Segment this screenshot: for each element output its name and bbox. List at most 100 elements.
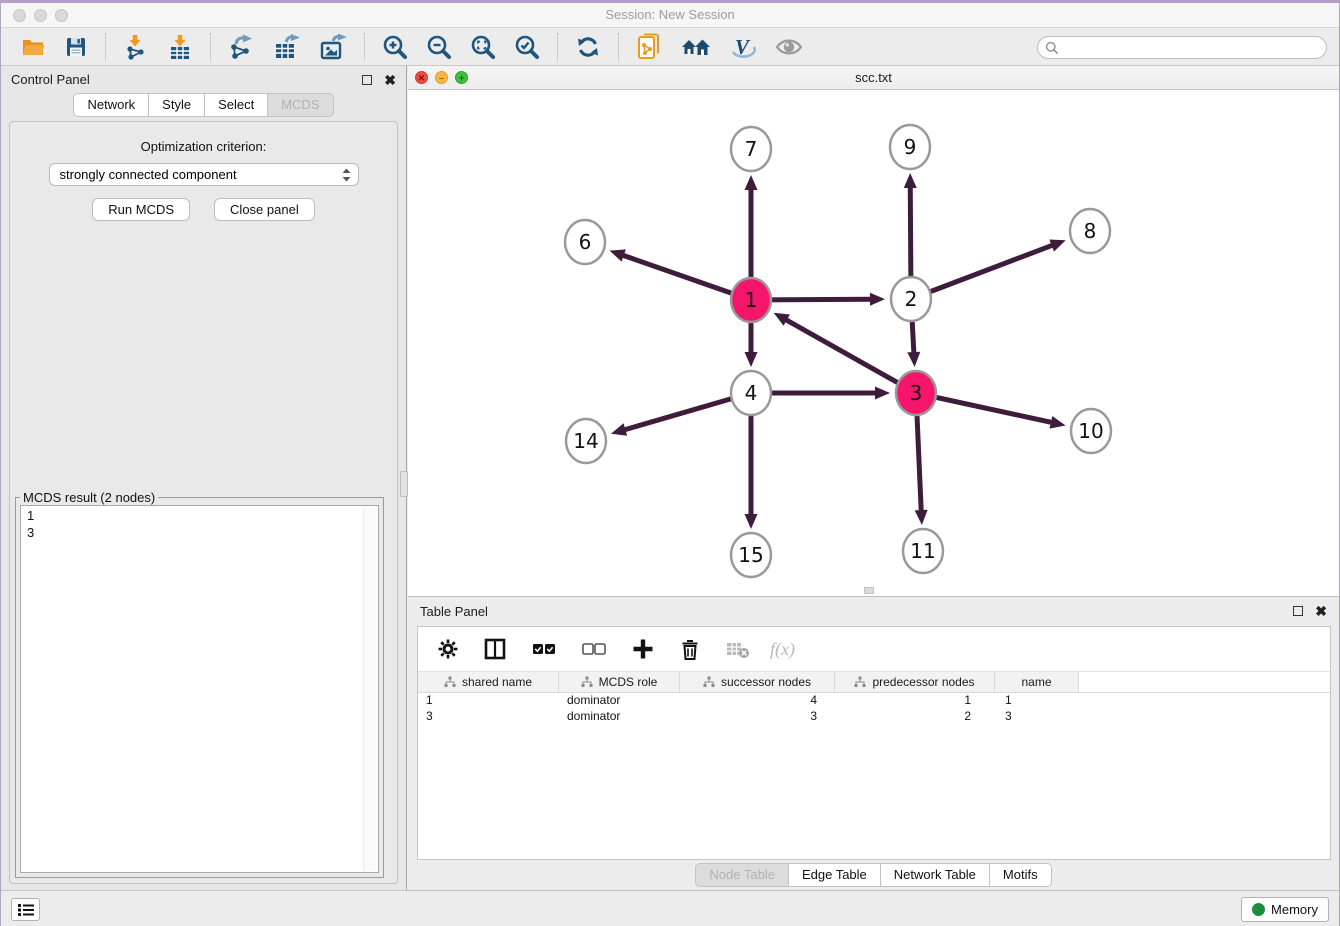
table-cell[interactable]: 1 (995, 693, 1079, 709)
select-all-button[interactable] (528, 633, 560, 665)
tab-edge-table[interactable]: Edge Table (789, 863, 881, 887)
graph-node-14[interactable]: 14 (566, 419, 606, 463)
network-zoom-button[interactable]: + (455, 71, 468, 84)
graph-node-8[interactable]: 8 (1070, 209, 1110, 253)
graph-node-9[interactable]: 9 (890, 125, 930, 169)
export-network-button[interactable] (224, 31, 259, 63)
duplicate-network-button[interactable] (632, 31, 667, 63)
table-row[interactable]: 1dominator411 (418, 693, 1330, 709)
table-settings-button[interactable] (434, 633, 462, 665)
import-network-button[interactable] (119, 31, 153, 63)
run-mcds-button[interactable]: Run MCDS (92, 198, 190, 221)
save-session-button[interactable] (60, 31, 92, 63)
close-panel-button[interactable]: Close panel (214, 198, 315, 221)
column-header-shared-name[interactable]: shared name (418, 672, 559, 692)
export-table-button[interactable] (269, 31, 305, 63)
show-graphics-button[interactable] (771, 31, 807, 63)
tab-network-table[interactable]: Network Table (881, 863, 990, 887)
tab-mcds[interactable]: MCDS (268, 93, 333, 117)
table-cell[interactable]: 1 (835, 693, 995, 709)
add-column-button[interactable] (628, 633, 658, 665)
network-close-button[interactable]: ✕ (415, 71, 428, 84)
refresh-icon (575, 34, 601, 60)
zoom-out-button[interactable] (422, 31, 456, 63)
graph-node-6[interactable]: 6 (565, 220, 605, 264)
svg-text:V: V (735, 35, 751, 59)
tab-network[interactable]: Network (73, 93, 149, 117)
graph-node-11[interactable]: 11 (903, 529, 943, 573)
column-header-name[interactable]: name (995, 672, 1079, 692)
tab-style[interactable]: Style (149, 93, 205, 117)
mcds-result-box[interactable]: 13 (20, 505, 379, 873)
refresh-network-button[interactable] (571, 31, 605, 63)
graph-node-15[interactable]: 15 (731, 533, 771, 577)
splitter-grip[interactable] (864, 587, 874, 594)
graph-edge-2-8[interactable] (911, 245, 1054, 299)
edge-arrowhead (1049, 239, 1065, 251)
zoom-fit-button[interactable] (466, 31, 500, 63)
table-row[interactable]: 3dominator323 (418, 709, 1330, 725)
show-columns-button[interactable] (480, 633, 510, 665)
network-window-titlebar: ✕ – + scc.txt (408, 66, 1339, 90)
graph-node-2[interactable]: 2 (891, 277, 931, 321)
memory-button[interactable]: Memory (1241, 897, 1329, 922)
node-label: 8 (1084, 219, 1097, 243)
column-header-predecessor-nodes[interactable]: predecessor nodes (835, 672, 995, 692)
column-label: MCDS role (599, 675, 658, 689)
checked-boxes-icon (532, 642, 556, 656)
mcds-result-lines: 13 (21, 506, 378, 542)
close-panel-icon[interactable]: ✖ (1315, 606, 1327, 616)
network-canvas[interactable]: 7 9 6 8 1 2 4 3 14 10 15 11 (408, 90, 1339, 596)
network-graph[interactable]: 7 9 6 8 1 2 4 3 14 10 15 11 (408, 90, 1340, 596)
search-input[interactable] (1059, 39, 1326, 57)
float-panel-icon[interactable] (1293, 606, 1303, 616)
edge-arrowhead (870, 293, 885, 306)
network-minimize-button[interactable]: – (435, 71, 448, 84)
graph-node-10[interactable]: 10 (1071, 409, 1111, 453)
table-cell[interactable]: 1 (418, 693, 559, 709)
table-cell[interactable]: dominator (559, 709, 680, 725)
node-label: 15 (738, 543, 763, 567)
table-cell[interactable]: 3 (995, 709, 1079, 725)
close-panel-icon[interactable]: ✖ (384, 75, 396, 85)
tab-select[interactable]: Select (205, 93, 268, 117)
home-button[interactable] (677, 31, 715, 63)
zoom-in-button[interactable] (378, 31, 412, 63)
delete-column-button[interactable] (676, 633, 704, 665)
hierarchy-icon (854, 676, 866, 688)
column-label: name (1021, 675, 1051, 689)
task-history-button[interactable] (11, 898, 40, 921)
table-cell[interactable]: 2 (835, 709, 995, 725)
graph-edge-3-1[interactable] (785, 319, 916, 393)
table-cell[interactable]: 3 (680, 709, 835, 725)
delete-table-button[interactable] (722, 633, 754, 665)
graph-node-3[interactable]: 3 (896, 371, 936, 415)
export-image-button[interactable] (315, 31, 351, 63)
toolbar-separator (210, 33, 211, 61)
deselect-all-button[interactable] (578, 633, 610, 665)
zoom-in-icon (382, 34, 408, 60)
mcds-result-legend: MCDS result (2 nodes) (20, 490, 158, 505)
vizmapper-button[interactable]: V (725, 31, 761, 63)
column-header-successor-nodes[interactable]: successor nodes (680, 672, 835, 692)
toolbar-separator (618, 33, 619, 61)
open-session-button[interactable] (16, 31, 50, 63)
graph-node-7[interactable]: 7 (731, 127, 771, 171)
table-tabs: Node TableEdge TableNetwork TableMotifs (408, 863, 1339, 887)
table-cell[interactable]: 4 (680, 693, 835, 709)
function-builder-icon[interactable]: f(x) (770, 639, 795, 660)
import-table-button[interactable] (163, 31, 197, 63)
table-cell[interactable]: dominator (559, 693, 680, 709)
zoom-selected-button[interactable] (510, 31, 544, 63)
column-header-mcds-role[interactable]: MCDS role (559, 672, 680, 692)
graph-node-4[interactable]: 4 (731, 371, 771, 415)
tab-motifs[interactable]: Motifs (990, 863, 1052, 887)
result-scrollbar[interactable] (363, 507, 377, 871)
table-cell[interactable]: 3 (418, 709, 559, 725)
optimization-select[interactable]: strongly connected component (49, 163, 359, 186)
float-panel-icon[interactable] (362, 75, 372, 85)
tab-node-table[interactable]: Node Table (695, 863, 789, 887)
open-folder-icon (20, 35, 46, 59)
graph-node-1[interactable]: 1 (731, 278, 771, 322)
splitter-grip[interactable] (400, 471, 408, 497)
